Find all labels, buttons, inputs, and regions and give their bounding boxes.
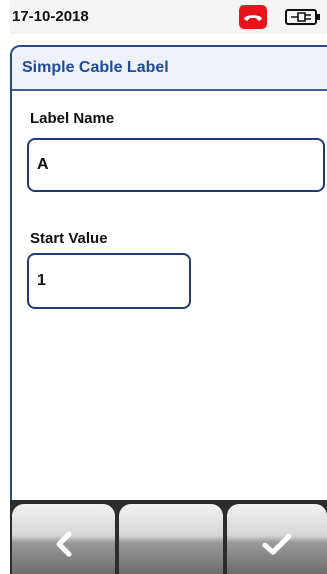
blank-softkey-button[interactable] [119, 504, 223, 574]
softkey-bar [10, 500, 327, 574]
start-value-value: 1 [37, 272, 46, 289]
status-bar: 17-10-2018 [10, 0, 327, 34]
start-value-label: Start Value [30, 230, 108, 247]
panel-title-bar: Simple Cable Label [12, 47, 327, 91]
hang-up-phone-icon[interactable] [239, 5, 267, 29]
label-name-value: A [37, 156, 49, 173]
checkmark-icon [262, 533, 292, 555]
status-date: 17-10-2018 [12, 8, 89, 25]
confirm-button[interactable] [227, 504, 327, 574]
label-name-label: Label Name [30, 110, 115, 127]
start-value-field[interactable]: 1 [27, 253, 191, 309]
chevron-left-icon [56, 531, 71, 557]
page-title: Simple Cable Label [22, 59, 169, 76]
back-button[interactable] [12, 504, 115, 574]
battery-plugged-icon [285, 8, 321, 26]
main-panel: Simple Cable Label Label Name A Start Va… [10, 45, 327, 501]
label-name-field[interactable]: A [27, 138, 325, 192]
device-screen: 17-10-2018 Simple Cable Label Label Name… [0, 0, 327, 574]
